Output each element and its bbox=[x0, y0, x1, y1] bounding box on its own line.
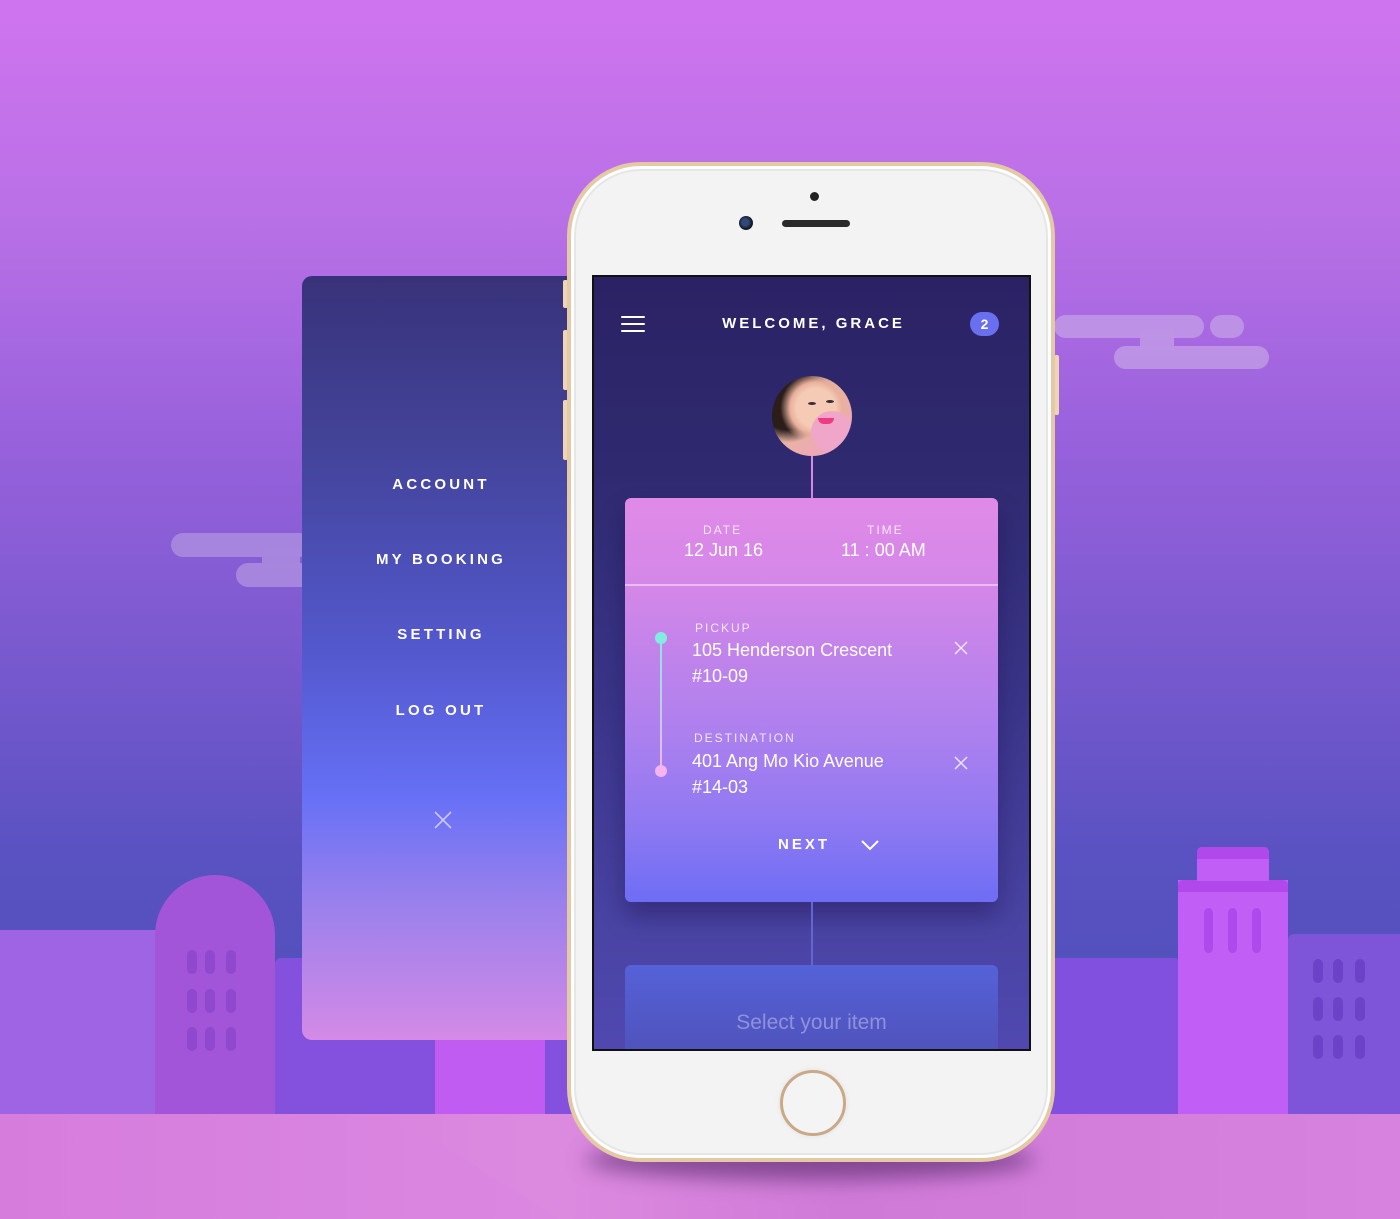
next-button-label: NEXT bbox=[778, 836, 831, 853]
menu-item-log-out[interactable]: LOG OUT bbox=[302, 702, 580, 719]
date-value[interactable]: 12 Jun 16 bbox=[684, 540, 763, 561]
building-left-wide bbox=[0, 930, 160, 1120]
connector-line bbox=[811, 456, 813, 499]
booking-card: DATE 12 Jun 16 TIME 11 : 00 AM PICKUP 10… bbox=[625, 498, 998, 902]
side-menu: ACCOUNT MY BOOKING SETTING LOG OUT bbox=[302, 276, 592, 1040]
time-value[interactable]: 11 : 00 AM bbox=[841, 540, 926, 561]
cloud-right-bottom bbox=[1114, 346, 1269, 369]
time-label: TIME bbox=[867, 523, 904, 537]
pickup-dot-icon bbox=[655, 632, 667, 644]
clear-destination-icon[interactable] bbox=[953, 755, 969, 771]
select-item-card[interactable]: Select your item bbox=[625, 965, 998, 1049]
route-line bbox=[660, 639, 662, 770]
destination-address-line2[interactable]: #14-03 bbox=[692, 777, 748, 798]
chevron-down-icon bbox=[861, 840, 879, 851]
building-right-tower-top bbox=[1197, 847, 1269, 881]
proximity-sensor bbox=[810, 192, 819, 201]
page-title: WELCOME, GRACE bbox=[722, 315, 905, 332]
connector-line bbox=[811, 902, 813, 966]
select-item-placeholder: Select your item bbox=[736, 1011, 887, 1034]
notification-badge[interactable]: 2 bbox=[970, 312, 999, 336]
building-right-end bbox=[1288, 934, 1400, 1120]
menu-item-setting[interactable]: SETTING bbox=[302, 626, 580, 643]
avatar[interactable] bbox=[772, 376, 852, 456]
building-left-dome bbox=[155, 875, 275, 1120]
menu-item-my-booking[interactable]: MY BOOKING bbox=[302, 551, 580, 568]
destination-address-line1[interactable]: 401 Ang Mo Kio Avenue bbox=[692, 751, 884, 772]
cloud-right-top bbox=[1054, 315, 1204, 338]
date-label: DATE bbox=[703, 523, 743, 537]
building-right-tower bbox=[1178, 880, 1288, 1120]
front-camera bbox=[739, 216, 753, 230]
card-divider bbox=[625, 584, 998, 586]
destination-dot-icon bbox=[655, 765, 667, 777]
pickup-label: PICKUP bbox=[695, 621, 752, 635]
earpiece bbox=[782, 220, 850, 227]
menu-close-icon[interactable] bbox=[433, 810, 453, 830]
home-button[interactable] bbox=[780, 1070, 846, 1136]
building-right-low bbox=[1050, 958, 1180, 1120]
building-left-accent bbox=[435, 1040, 545, 1120]
cloud-right-dot bbox=[1210, 315, 1244, 338]
destination-label: DESTINATION bbox=[694, 731, 796, 745]
pickup-address-line1[interactable]: 105 Henderson Crescent bbox=[692, 640, 892, 661]
next-button[interactable]: NEXT bbox=[778, 836, 888, 860]
clear-pickup-icon[interactable] bbox=[953, 640, 969, 656]
app-screen: WELCOME, GRACE 2 DATE 12 Jun 16 TIME 11 … bbox=[592, 275, 1031, 1051]
pickup-address-line2[interactable]: #10-09 bbox=[692, 666, 748, 687]
menu-item-account[interactable]: ACCOUNT bbox=[302, 476, 580, 493]
